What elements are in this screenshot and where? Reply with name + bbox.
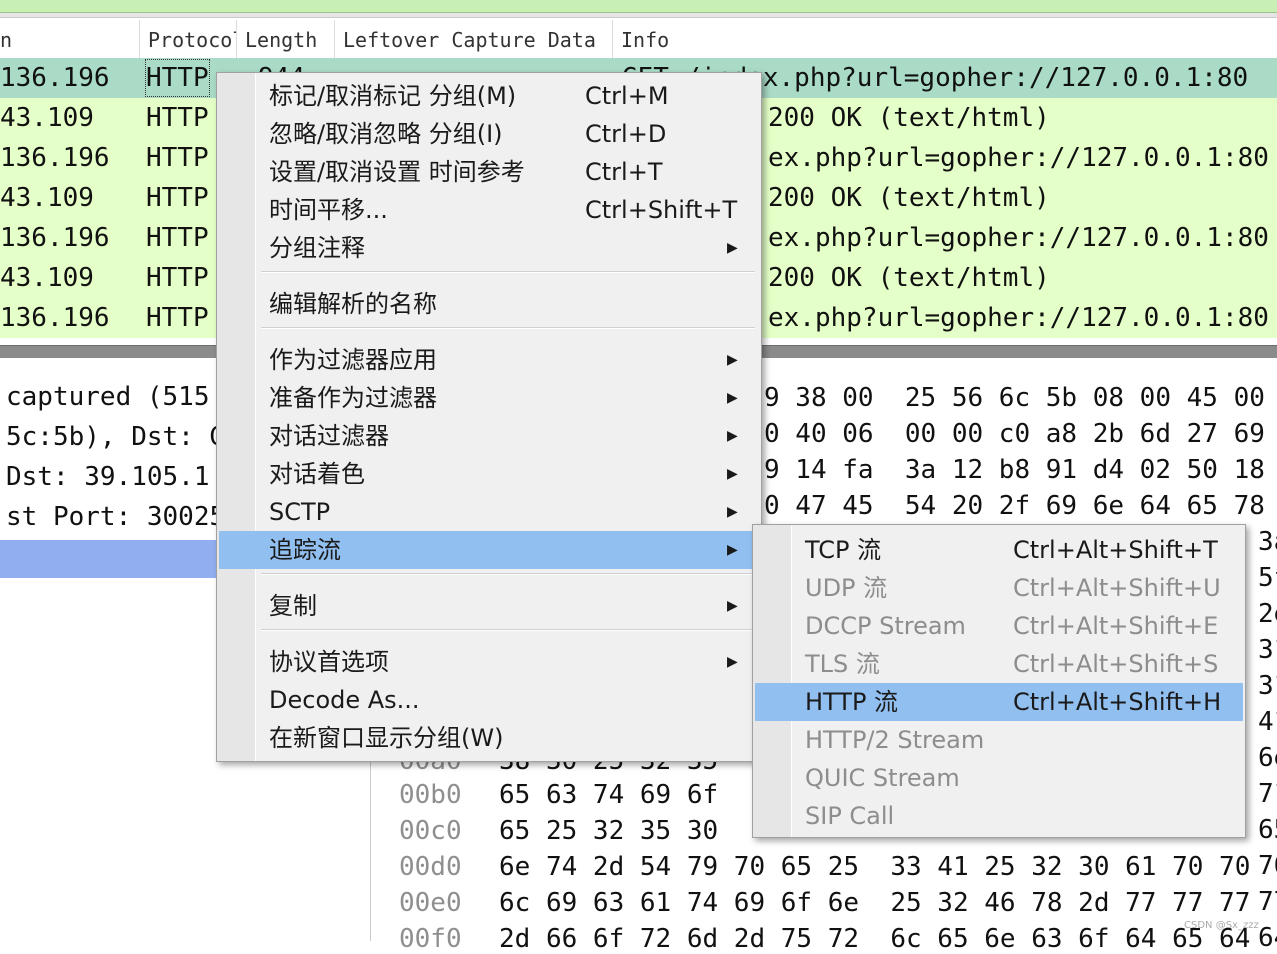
byte-offset: 00d0 <box>399 852 462 882</box>
column-header-source[interactable]: n <box>0 20 140 58</box>
menu-item-prepare-as-filter[interactable]: 准备作为过滤器 ▶ <box>219 379 759 417</box>
menu-item-time-reference[interactable]: 设置/取消设置 时间参考 Ctrl+T <box>219 153 759 191</box>
submenu-item-tcp-stream[interactable]: TCP 流 Ctrl+Alt+Shift+T <box>755 531 1243 569</box>
menu-item-show-in-new-window[interactable]: 在新窗口显示分组(W) <box>219 719 759 757</box>
submenu-arrow-icon: ▶ <box>727 542 738 558</box>
menu-item-conversation-filter[interactable]: 对话过滤器 ▶ <box>219 417 759 455</box>
submenu-arrow-icon: ▶ <box>727 654 738 670</box>
byte-hex[interactable]: 6c 69 63 61 74 69 6f 6e 25 32 46 78 2d 7… <box>499 888 1250 918</box>
menu-item-decode-as[interactable]: Decode As... <box>219 681 759 719</box>
menu-item-apply-as-filter[interactable]: 作为过滤器应用 ▶ <box>219 341 759 379</box>
packet-protocol: HTTP <box>146 103 209 133</box>
menu-item-sctp[interactable]: SCTP ▶ <box>219 493 759 531</box>
submenu-item-udp-stream: UDP 流 Ctrl+Alt+Shift+U <box>805 574 1221 602</box>
packet-info: ex.php?url=gopher://127.0.0.1:80 <box>768 223 1269 253</box>
menu-item-follow-stream[interactable]: 追踪流 ▶ <box>219 531 759 569</box>
byte-hex-edge: 5f <box>1258 563 1277 593</box>
submenu-item-dccp-stream: DCCP Stream Ctrl+Alt+Shift+E <box>805 612 1219 640</box>
packet-info: ex.php?url=gopher://127.0.0.1:80 <box>768 143 1269 173</box>
menu-separator <box>261 271 755 273</box>
menu-item-mark-packet[interactable]: 标记/取消标记 分组(M) Ctrl+M <box>219 77 759 115</box>
submenu-arrow-icon: ▶ <box>727 466 738 482</box>
column-header-length[interactable]: Length <box>237 20 335 58</box>
packet-protocol: HTTP <box>146 183 209 213</box>
byte-hex[interactable]: 0 47 45 54 20 2f 69 6e 64 65 78 <box>764 491 1265 521</box>
submenu-item-http2-stream: HTTP/2 Stream <box>805 726 985 754</box>
submenu-arrow-icon: ▶ <box>727 598 738 614</box>
detail-line[interactable]: Dst: 39.105.1 <box>6 462 210 492</box>
filter-bar-edge <box>0 13 1277 18</box>
byte-hex-edge: 70 <box>1258 851 1277 881</box>
submenu-arrow-icon: ▶ <box>727 240 738 256</box>
byte-hex[interactable]: 0 40 06 00 00 c0 a8 2b 6d 27 69 <box>764 419 1265 449</box>
packet-list-header: n Protocol Length Leftover Capture Data … <box>0 20 1277 59</box>
byte-hex[interactable]: 65 63 74 69 6f <box>499 780 718 810</box>
byte-hex[interactable]: 65 25 32 35 30 <box>499 816 718 846</box>
menu-item-edit-resolved-name[interactable]: 编辑解析的名称 <box>219 285 759 323</box>
detail-line[interactable]: 5c:5b), Dst: G <box>6 422 225 452</box>
submenu-item-tls-stream: TLS 流 Ctrl+Alt+Shift+S <box>805 650 1219 678</box>
column-header-protocol[interactable]: Protocol <box>140 20 237 58</box>
packet-source: 136.196 <box>0 143 110 173</box>
byte-hex[interactable]: 9 38 00 25 56 6c 5b 08 00 45 00 <box>764 383 1265 413</box>
packet-source: 136.196 <box>0 63 110 93</box>
follow-stream-submenu: TCP 流 Ctrl+Alt+Shift+T UDP 流 Ctrl+Alt+Sh… <box>752 524 1246 838</box>
packet-protocol: HTTP <box>146 143 209 173</box>
packet-info: 200 OK (text/html) <box>768 183 1050 213</box>
byte-hex-edge: 41 <box>1258 707 1277 737</box>
menu-separator <box>261 573 755 575</box>
byte-hex-edge: 31 <box>1258 671 1277 701</box>
byte-hex-edge: 6e <box>1258 743 1277 773</box>
byte-hex-edge: 2e <box>1258 599 1277 629</box>
packet-source: 43.109 <box>0 183 94 213</box>
byte-hex[interactable]: 9 14 fa 3a 12 b8 91 d4 02 50 18 <box>764 455 1265 485</box>
byte-hex[interactable]: 2d 66 6f 72 6d 2d 75 72 6c 65 6e 63 6f 6… <box>499 924 1250 954</box>
menu-separator <box>261 629 755 631</box>
toolbar-strip <box>0 0 1277 13</box>
byte-hex-edge: 31 <box>1258 635 1277 665</box>
menu-item-time-shift[interactable]: 时间平移... Ctrl+Shift+T <box>219 191 759 229</box>
byte-offset: 00e0 <box>399 888 462 918</box>
byte-hex-edge: 3a <box>1258 527 1277 557</box>
column-header-info[interactable]: Info <box>613 20 1277 58</box>
menu-item-packet-comment[interactable]: 分组注释 ▶ <box>219 229 759 267</box>
byte-hex[interactable]: 6e 74 2d 54 79 70 65 25 33 41 25 32 30 6… <box>499 852 1250 882</box>
packet-info: 200 OK (text/html) <box>768 103 1050 133</box>
byte-offset: 00b0 <box>399 780 462 810</box>
packet-protocol: HTTP <box>146 263 209 293</box>
watermark: CSDN @Sx_zzz <box>1184 920 1259 931</box>
menu-item-ignore-packet[interactable]: 忽略/取消忽略 分组(I) Ctrl+D <box>219 115 759 153</box>
packet-info: 200 OK (text/html) <box>768 263 1050 293</box>
menu-item-copy[interactable]: 复制 ▶ <box>219 587 759 625</box>
menu-item-colorize-conversation[interactable]: 对话着色 ▶ <box>219 455 759 493</box>
submenu-item-quic-stream: QUIC Stream <box>805 764 960 792</box>
packet-protocol: HTTP <box>144 58 211 98</box>
menu-item-protocol-preferences[interactable]: 协议首选项 ▶ <box>219 643 759 681</box>
menu-separator <box>261 327 755 329</box>
detail-line[interactable]: captured (515 <box>6 382 210 412</box>
byte-hex-edge: 71 <box>1258 779 1277 809</box>
submenu-arrow-icon: ▶ <box>727 504 738 520</box>
byte-hex-edge: 65 <box>1258 815 1277 845</box>
byte-offset: 00f0 <box>399 924 462 954</box>
packet-protocol: HTTP <box>146 303 209 333</box>
column-header-leftover[interactable]: Leftover Capture Data <box>335 20 613 58</box>
packet-source: 43.109 <box>0 263 94 293</box>
submenu-arrow-icon: ▶ <box>727 352 738 368</box>
submenu-item-sip-call: SIP Call <box>805 802 895 830</box>
byte-hex-edge: 77 <box>1258 887 1277 917</box>
packet-source: 136.196 <box>0 223 110 253</box>
detail-line[interactable]: st Port: 30025 <box>6 502 225 532</box>
packet-source: 43.109 <box>0 103 94 133</box>
packet-info: ex.php?url=gopher://127.0.0.1:80 <box>768 303 1269 333</box>
context-menu: 标记/取消标记 分组(M) Ctrl+M 忽略/取消忽略 分组(I) Ctrl+… <box>216 72 762 762</box>
packet-protocol: HTTP <box>146 223 209 253</box>
submenu-arrow-icon: ▶ <box>727 428 738 444</box>
byte-hex-edge: 64 <box>1258 923 1277 953</box>
packet-source: 136.196 <box>0 303 110 333</box>
byte-offset: 00c0 <box>399 816 462 846</box>
submenu-item-http-stream[interactable]: HTTP 流 Ctrl+Alt+Shift+H <box>755 683 1243 721</box>
submenu-arrow-icon: ▶ <box>727 390 738 406</box>
